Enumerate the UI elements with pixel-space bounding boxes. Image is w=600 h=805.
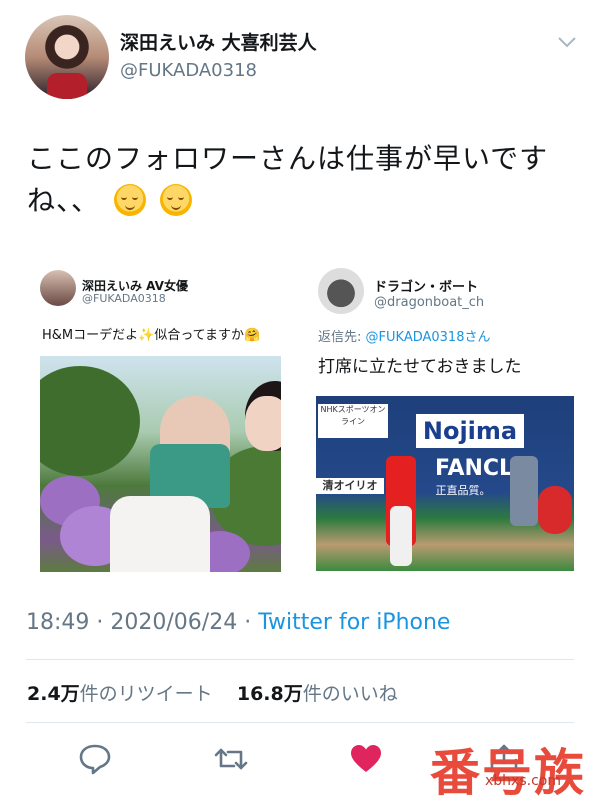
divider [26, 722, 574, 723]
retweet-count[interactable]: 2.4万 [27, 683, 80, 705]
author-handle[interactable]: @FUKADA0318 [120, 60, 257, 81]
embedded-left-handle: @FUKADA0318 [82, 292, 166, 305]
tweet-source-link[interactable]: Twitter for iPhone [258, 610, 450, 635]
reply-label: 返信先: [318, 330, 362, 345]
embedded-left-text: H&Mコーデだよ✨似合ってますか🤗 [42, 328, 261, 343]
tweet-timestamp: 18:49 · 2020/06/24 · Twitter for iPhone [26, 610, 450, 635]
timestamp-separator: · [244, 610, 252, 635]
tweet-stats: 2.4万件のリツイート 16.8万件のいいね [27, 679, 398, 706]
tweet-time: 18:49 [26, 610, 90, 635]
retweet-icon [214, 748, 248, 770]
embedded-left-avatar [40, 270, 76, 306]
timestamp-separator: · [96, 610, 104, 635]
ad-fancl-sub: 正直品質。 [435, 484, 491, 497]
heart-icon [351, 745, 381, 772]
tweet-date: 2020/06/24 [110, 610, 238, 635]
relieved-face-emoji-icon [113, 184, 146, 216]
watermark-logo: 番号族 [430, 744, 586, 802]
speech-bubble-icon [79, 744, 111, 775]
relieved-face-emoji-icon [159, 184, 192, 216]
author-avatar[interactable] [25, 15, 109, 99]
reply-handle-link[interactable]: @FUKADA0318さん [366, 330, 491, 345]
like-label[interactable]: 件のいいね [303, 683, 398, 705]
embedded-right-handle: @dragonboat_ch [374, 295, 485, 310]
retweet-button[interactable] [214, 742, 248, 776]
embedded-left-photo [40, 356, 281, 572]
reply-button[interactable] [78, 742, 112, 776]
like-count[interactable]: 16.8万 [237, 683, 303, 705]
ad-nojima: Nojima [416, 414, 524, 448]
watermark-url: xbhxs.com [485, 773, 561, 789]
embedded-right-avatar [318, 268, 364, 314]
ad-fancl: FANCL [434, 456, 514, 481]
embedded-right-text: 打席に立たせておきました [318, 357, 522, 377]
embedded-right-reply-to: 返信先: @FUKADA0318さん [318, 326, 490, 345]
tweet-text: ここのフォロワーさんは仕事が早いですね、、 [27, 138, 587, 222]
scoreboard-text: NHKスポーツオンライン [318, 404, 388, 438]
embedded-right-photo: Nojima FANCL 正直品質。 清オイリオ NHKスポーツオンライン [316, 396, 574, 571]
tweet-body: ここのフォロワーさんは仕事が早いですね、、 [27, 142, 549, 217]
embedded-right-name: ドラゴン・ボート [374, 280, 479, 295]
author-display-name[interactable]: 深田えいみ 大喜利芸人 [120, 28, 317, 55]
retweet-label[interactable]: 件のリツイート [80, 683, 213, 705]
avatar-scarf [47, 73, 87, 99]
chevron-down-icon[interactable] [556, 34, 578, 50]
like-button[interactable] [349, 742, 383, 776]
ad-oillio: 清オイリオ [316, 478, 384, 494]
divider [26, 659, 574, 660]
